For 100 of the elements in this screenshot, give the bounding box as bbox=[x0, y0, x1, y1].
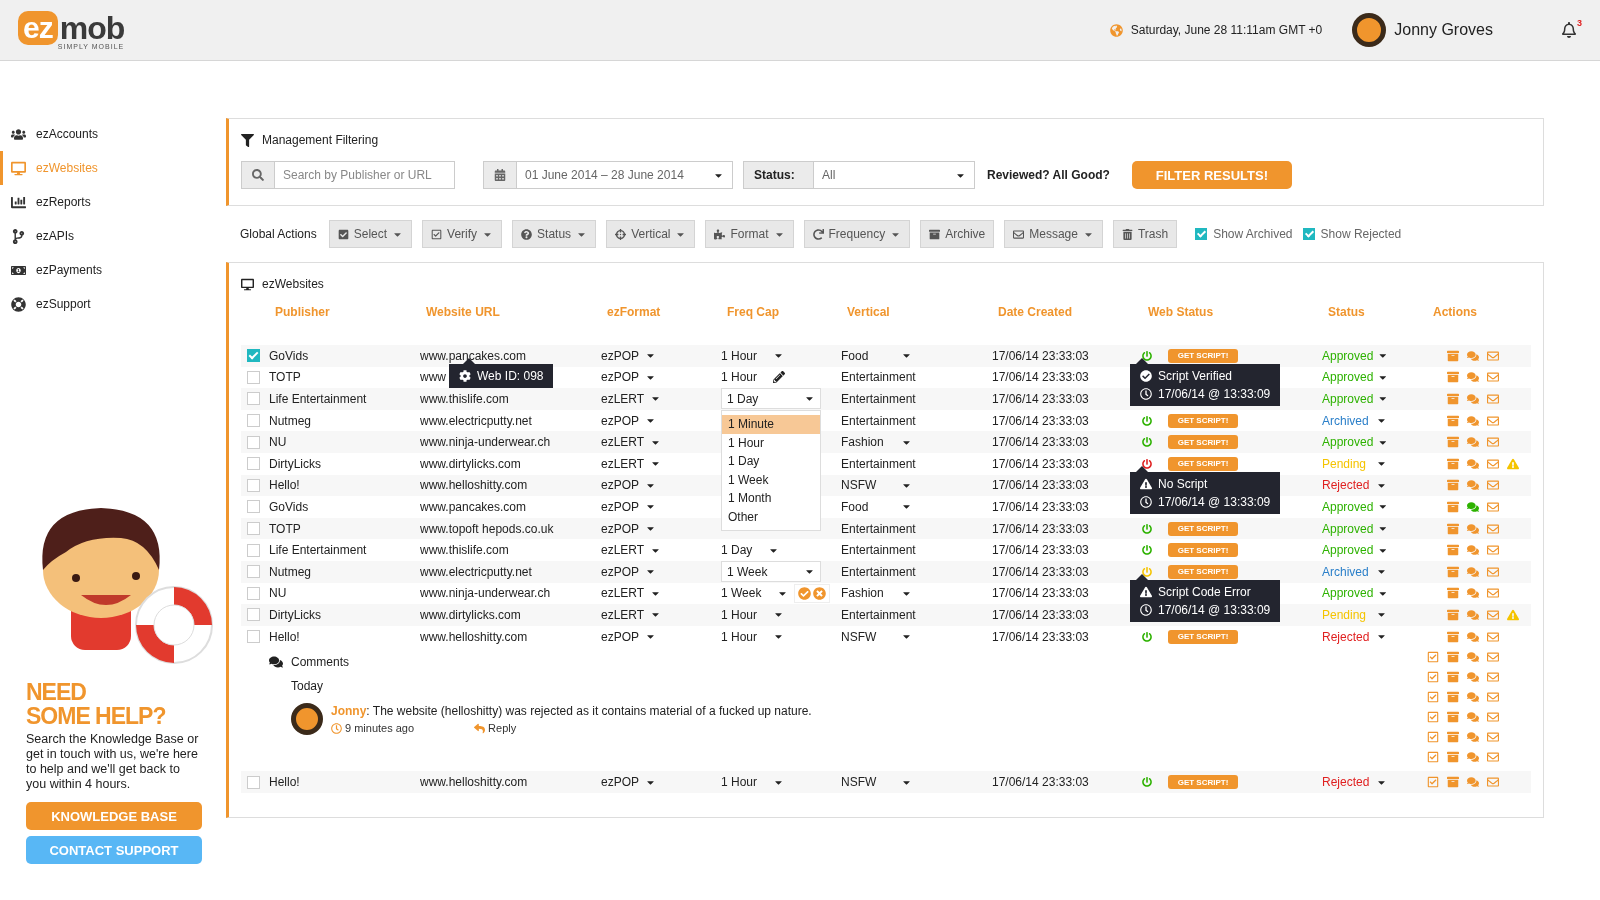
check-icon[interactable] bbox=[1427, 711, 1439, 724]
comments-icon[interactable] bbox=[1467, 544, 1479, 557]
row-checkbox[interactable] bbox=[247, 543, 260, 557]
freq-cap-dropdown[interactable]: 1 Hour bbox=[721, 348, 758, 363]
comments-icon[interactable] bbox=[1467, 371, 1479, 384]
comments-icon[interactable] bbox=[1467, 587, 1479, 600]
vertical-dropdown[interactable]: Entertainment bbox=[841, 370, 916, 385]
archive-icon[interactable] bbox=[1447, 608, 1459, 621]
sidebar-item[interactable]: ezReports bbox=[0, 185, 226, 219]
mail-icon[interactable] bbox=[1487, 651, 1499, 664]
status-dropdown[interactable]: Rejected bbox=[1322, 629, 1370, 644]
sidebar-item[interactable]: ezAPIs bbox=[0, 219, 226, 253]
vertical-dropdown[interactable]: NSFW bbox=[841, 629, 877, 644]
mail-icon[interactable] bbox=[1487, 457, 1499, 470]
format-dropdown[interactable]: ezPOP bbox=[601, 370, 639, 385]
archive-icon[interactable] bbox=[1447, 651, 1459, 664]
status-dropdown[interactable]: Archived bbox=[1322, 564, 1369, 579]
row-checkbox[interactable] bbox=[247, 630, 260, 643]
freq-option[interactable]: 1 Month bbox=[722, 489, 820, 508]
freq-option[interactable]: 1 Minute bbox=[722, 415, 820, 434]
check-icon[interactable] bbox=[1427, 671, 1439, 684]
archive-icon[interactable] bbox=[1447, 565, 1459, 578]
archive-icon[interactable] bbox=[1447, 731, 1459, 744]
sidebar-item[interactable]: ezPayments bbox=[0, 253, 226, 287]
comments-icon[interactable] bbox=[1467, 630, 1479, 643]
global-action-button[interactable]: Frequency bbox=[803, 220, 911, 248]
archive-icon[interactable] bbox=[1447, 414, 1459, 427]
row-checkbox[interactable] bbox=[247, 775, 260, 789]
check-icon[interactable] bbox=[1427, 731, 1439, 744]
freq-cap-dropdown[interactable]: 1 Hour bbox=[721, 607, 758, 622]
mail-icon[interactable] bbox=[1487, 371, 1499, 384]
global-action-button[interactable]: Vertical bbox=[606, 220, 696, 248]
mail-icon[interactable] bbox=[1487, 393, 1499, 405]
row-checkbox[interactable] bbox=[247, 414, 260, 428]
freq-option[interactable]: 1 Hour bbox=[722, 434, 820, 453]
row-checkbox[interactable] bbox=[247, 478, 260, 492]
vertical-dropdown[interactable]: Entertainment bbox=[841, 564, 916, 579]
global-action-button[interactable]: Select bbox=[328, 220, 413, 248]
freq-cap-dropdown[interactable]: 1 Day bbox=[721, 543, 753, 558]
mail-icon[interactable] bbox=[1487, 630, 1499, 643]
freq-cap-select[interactable]: 1 Day bbox=[721, 388, 821, 410]
mail-icon[interactable] bbox=[1487, 711, 1499, 724]
mail-icon[interactable] bbox=[1487, 565, 1499, 578]
format-dropdown[interactable]: ezPOP bbox=[601, 499, 639, 514]
row-checkbox[interactable] bbox=[247, 435, 260, 449]
mail-icon[interactable] bbox=[1487, 776, 1499, 789]
comments-icon[interactable] bbox=[1467, 479, 1479, 492]
archive-icon[interactable] bbox=[1447, 436, 1459, 449]
mail-icon[interactable] bbox=[1487, 691, 1499, 704]
format-dropdown[interactable]: ezPOP bbox=[601, 521, 639, 536]
format-dropdown[interactable]: ezPOP bbox=[601, 478, 639, 493]
status-select[interactable]: Status: All bbox=[743, 161, 975, 189]
date-range-field[interactable]: 01 June 2014 – 28 June 2014 bbox=[483, 161, 733, 189]
mail-icon[interactable] bbox=[1487, 500, 1499, 513]
pencil-icon[interactable] bbox=[773, 371, 786, 384]
toggle-label[interactable]: Show Rejected bbox=[1320, 227, 1402, 241]
comments-icon[interactable] bbox=[1467, 565, 1479, 578]
vertical-dropdown[interactable]: Fashion bbox=[841, 586, 884, 601]
search-field[interactable]: Search by Publisher or URL bbox=[241, 161, 455, 189]
confirm-icon[interactable] bbox=[798, 586, 812, 600]
mail-icon[interactable] bbox=[1487, 349, 1499, 362]
comments-icon[interactable] bbox=[1467, 776, 1479, 789]
format-dropdown[interactable]: ezPOP bbox=[601, 629, 639, 644]
archive-icon[interactable] bbox=[1447, 522, 1459, 535]
status-dropdown[interactable]: Archived bbox=[1322, 413, 1369, 428]
mail-icon[interactable] bbox=[1487, 587, 1499, 600]
cancel-icon[interactable] bbox=[813, 586, 827, 600]
row-checkbox[interactable] bbox=[247, 586, 260, 600]
check-icon[interactable] bbox=[1427, 691, 1439, 704]
global-action-button[interactable]: Format bbox=[705, 220, 794, 248]
vertical-dropdown[interactable]: Food bbox=[841, 348, 869, 363]
row-checkbox[interactable] bbox=[247, 370, 260, 384]
comments-icon[interactable] bbox=[1467, 751, 1479, 764]
comments-icon[interactable] bbox=[1467, 436, 1479, 449]
reply-icon[interactable] bbox=[474, 722, 486, 734]
row-checkbox[interactable] bbox=[247, 565, 260, 579]
archive-icon[interactable] bbox=[1447, 587, 1459, 600]
row-checkbox[interactable] bbox=[247, 522, 260, 536]
format-dropdown[interactable]: ezPOP bbox=[601, 348, 639, 363]
format-dropdown[interactable]: ezLERT bbox=[601, 607, 645, 622]
global-action-button[interactable]: Trash bbox=[1112, 220, 1178, 248]
archive-icon[interactable] bbox=[1447, 671, 1459, 684]
format-dropdown[interactable]: ezPOP bbox=[601, 775, 639, 790]
global-action-button[interactable]: Verify bbox=[422, 220, 503, 248]
toggle-checkbox[interactable] bbox=[1302, 228, 1315, 240]
archive-icon[interactable] bbox=[1447, 500, 1459, 513]
archive-icon[interactable] bbox=[1447, 479, 1459, 492]
comments-icon[interactable] bbox=[1467, 500, 1479, 513]
format-dropdown[interactable]: ezPOP bbox=[601, 413, 639, 428]
row-checkbox[interactable] bbox=[247, 608, 260, 622]
vertical-dropdown[interactable]: Fashion bbox=[841, 435, 884, 450]
status-dropdown[interactable]: Rejected bbox=[1322, 478, 1370, 493]
mail-icon[interactable] bbox=[1487, 671, 1499, 684]
row-checkbox[interactable] bbox=[247, 457, 260, 471]
vertical-dropdown[interactable]: Entertainment bbox=[841, 413, 916, 428]
mail-icon[interactable] bbox=[1487, 522, 1499, 535]
freq-cap-dropdown[interactable]: 1 Week bbox=[721, 586, 762, 601]
toggle-label[interactable]: Show Archived bbox=[1213, 227, 1293, 241]
archive-icon[interactable] bbox=[1447, 776, 1459, 789]
global-action-button[interactable]: Message bbox=[1004, 220, 1103, 248]
